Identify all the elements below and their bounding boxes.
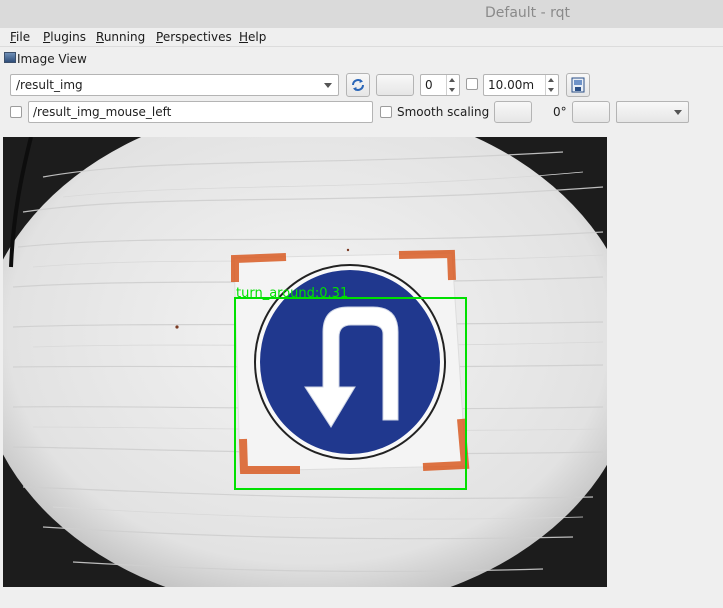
menu-help[interactable]: Help xyxy=(239,30,266,44)
menu-perspectives-label: Perspectives xyxy=(156,30,232,44)
chevron-down-icon xyxy=(548,88,554,92)
zoom-spin-buttons[interactable] xyxy=(446,75,459,95)
rotate-left-button[interactable] xyxy=(494,101,532,123)
rotate-right-button[interactable] xyxy=(572,101,610,123)
refresh-button[interactable] xyxy=(346,73,370,97)
zoom-fit-button[interactable] xyxy=(376,74,414,96)
menu-separator xyxy=(0,46,723,47)
dock-title: Image View xyxy=(17,52,87,66)
menu-help-label: Help xyxy=(239,30,267,44)
menu-file-label: File xyxy=(10,30,31,44)
status-strip xyxy=(0,589,723,608)
menu-plugins-label: Plugins xyxy=(43,30,86,44)
zoom-spinbox[interactable]: 0 xyxy=(420,74,460,96)
window-title: Default - rqt xyxy=(485,5,570,21)
rate-value: 10.00m xyxy=(488,78,535,92)
publish-click-checkbox[interactable] xyxy=(10,106,22,118)
rotation-label: 0° xyxy=(553,105,567,119)
image-display[interactable]: turn_around:0.31 xyxy=(3,137,607,587)
menu-plugins[interactable]: Plugins xyxy=(43,30,86,44)
image-view-icon xyxy=(4,52,16,63)
chevron-down-icon xyxy=(674,110,682,115)
window-title-bar: Default - rqt xyxy=(0,0,723,29)
menu-bar: File Plugins Running Perspectives Help xyxy=(0,28,723,46)
save-image-icon xyxy=(571,77,585,93)
zoom-value: 0 xyxy=(425,78,433,92)
rate-spinbox[interactable]: 10.00m xyxy=(483,74,559,96)
camera-frame: turn_around:0.31 xyxy=(3,137,607,587)
mouse-topic-field[interactable]: /result_img_mouse_left xyxy=(28,101,373,123)
menu-running[interactable]: Running xyxy=(96,30,145,44)
topic-combo[interactable]: /result_img xyxy=(10,74,339,96)
color-scheme-combo[interactable] xyxy=(616,101,689,123)
rate-spin-buttons[interactable] xyxy=(545,75,558,95)
save-image-button[interactable] xyxy=(566,73,590,97)
rate-checkbox[interactable] xyxy=(466,78,478,90)
menu-running-label: Running xyxy=(96,30,146,44)
refresh-icon xyxy=(352,79,364,91)
menu-perspectives[interactable]: Perspectives xyxy=(156,30,232,44)
chevron-up-icon xyxy=(449,78,455,82)
smooth-scaling-checkbox[interactable] xyxy=(380,106,392,118)
chevron-down-icon xyxy=(324,83,332,88)
chevron-down-icon xyxy=(449,88,455,92)
mouse-topic-value: /result_img_mouse_left xyxy=(33,105,172,119)
detection-label: turn_around:0.31 xyxy=(236,286,348,301)
menu-file[interactable]: File xyxy=(10,30,30,44)
topic-combo-value: /result_img xyxy=(16,78,83,92)
smooth-scaling-label: Smooth scaling xyxy=(397,105,490,119)
chevron-up-icon xyxy=(548,78,554,82)
